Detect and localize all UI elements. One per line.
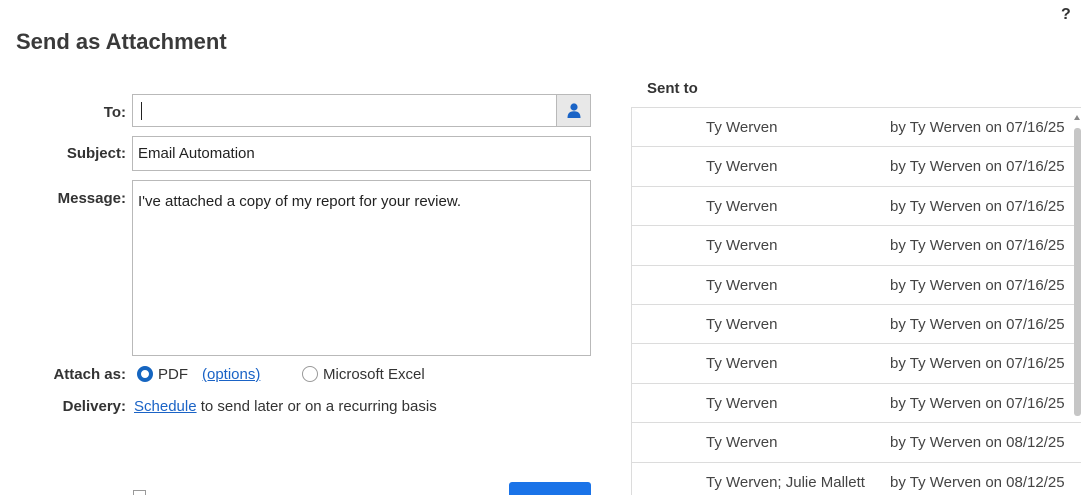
sent-to-sender-date: by Ty Werven on 07/16/25 [890, 158, 1065, 176]
sent-to-recipients: Ty Werven [706, 355, 778, 373]
sent-to-row[interactable]: Ty Werven by Ty Werven on 07/16/25 [632, 344, 1081, 384]
sent-to-recipients: Ty Werven [706, 434, 778, 452]
page-title: Send as Attachment [16, 29, 227, 54]
sent-to-recipients: Ty Werven [706, 394, 778, 412]
delivery-label: Delivery: [62, 398, 126, 415]
delivery-line: Schedule to send later or on a recurring… [134, 398, 437, 416]
sent-to-recipients: Ty Werven [706, 119, 778, 136]
person-icon [567, 103, 580, 118]
help-icon[interactable]: ? [1061, 5, 1071, 25]
sent-to-row[interactable]: Ty Werven by Ty Werven on 07/16/25 [632, 226, 1081, 266]
sent-to-row[interactable]: Ty Werven by Ty Werven on 08/12/25 [632, 423, 1081, 463]
sent-to-row[interactable]: Ty Werven by Ty Werven on 07/16/25 [632, 147, 1081, 187]
excel-radio[interactable] [302, 366, 318, 382]
schedule-link[interactable]: Schedule [134, 398, 197, 415]
sent-to-row[interactable]: Ty Werven by Ty Werven on 07/16/25 [632, 384, 1081, 424]
sent-to-row[interactable]: Ty Werven; Julie Mallett by Ty Werven on … [632, 463, 1081, 495]
sent-to-sender-date: by Ty Werven on 07/16/25 [890, 315, 1065, 333]
sent-to-row[interactable]: Ty Werven by Ty Werven on 07/16/25 [632, 108, 1081, 148]
sent-to-row[interactable]: Ty Werven by Ty Werven on 07/16/25 [632, 305, 1081, 345]
sent-to-row[interactable]: Ty Werven by Ty Werven on 07/16/25 [632, 187, 1081, 227]
sent-to-recipients: Ty Werven [706, 158, 778, 176]
sent-to-recipients: Ty Werven [706, 197, 778, 215]
scroll-up-arrow-icon[interactable] [1074, 115, 1080, 120]
sent-to-sender-date: by Ty Werven on 07/16/25 [890, 197, 1065, 215]
sent-to-title: Sent to [647, 80, 698, 97]
sent-to-sender-date: by Ty Werven on 07/16/25 [890, 355, 1065, 373]
sent-to-sender-date: by Ty Werven on 07/16/25 [890, 276, 1065, 294]
attach-as-label: Attach as: [53, 366, 126, 383]
sent-to-recipients: Ty Werven [706, 237, 778, 255]
subject-input[interactable]: Email Automation [132, 136, 591, 171]
excel-option-label: Microsoft Excel [323, 366, 425, 383]
to-label: To: [103, 104, 126, 121]
sent-to-sender-date: by Ty Werven on 08/12/25 [890, 434, 1065, 452]
subject-label: Subject: [66, 145, 126, 162]
pdf-options-link[interactable]: (options) [202, 366, 260, 384]
send-button[interactable] [509, 482, 591, 495]
sent-to-sender-date: by Ty Werven on 08/12/25 [890, 473, 1065, 491]
checkbox[interactable] [133, 490, 146, 495]
pdf-radio[interactable] [137, 366, 153, 382]
sent-to-recipients: Ty Werven; Julie Mallett [706, 473, 865, 491]
sent-to-row[interactable]: Ty Werven by Ty Werven on 07/16/25 [632, 266, 1081, 305]
send-attachment-dialog: ? Send as Attachment To: Subject: Email … [0, 0, 1081, 495]
sent-to-list: Ty Werven by Ty Werven on 07/16/25 Ty Werv… [631, 107, 1081, 495]
scrollbar-thumb[interactable] [1074, 128, 1081, 416]
sent-to-sender-date: by Ty Werven on 07/16/25 [890, 237, 1065, 255]
text-cursor [141, 102, 142, 120]
to-input[interactable] [132, 94, 556, 127]
message-textarea[interactable]: I've attached a copy of my report for yo… [132, 180, 591, 356]
select-contacts-button[interactable] [556, 94, 591, 127]
delivery-text: to send later or on a recurring basis [200, 398, 437, 415]
sent-to-recipients: Ty Werven [706, 276, 778, 294]
sent-to-sender-date: by Ty Werven on 07/16/25 [890, 394, 1065, 412]
message-label: Message: [57, 190, 126, 207]
pdf-option-label: PDF [158, 366, 188, 383]
sent-to-sender-date: by Ty Werven on 07/16/25 [890, 119, 1065, 136]
sent-to-recipients: Ty Werven [706, 315, 778, 333]
